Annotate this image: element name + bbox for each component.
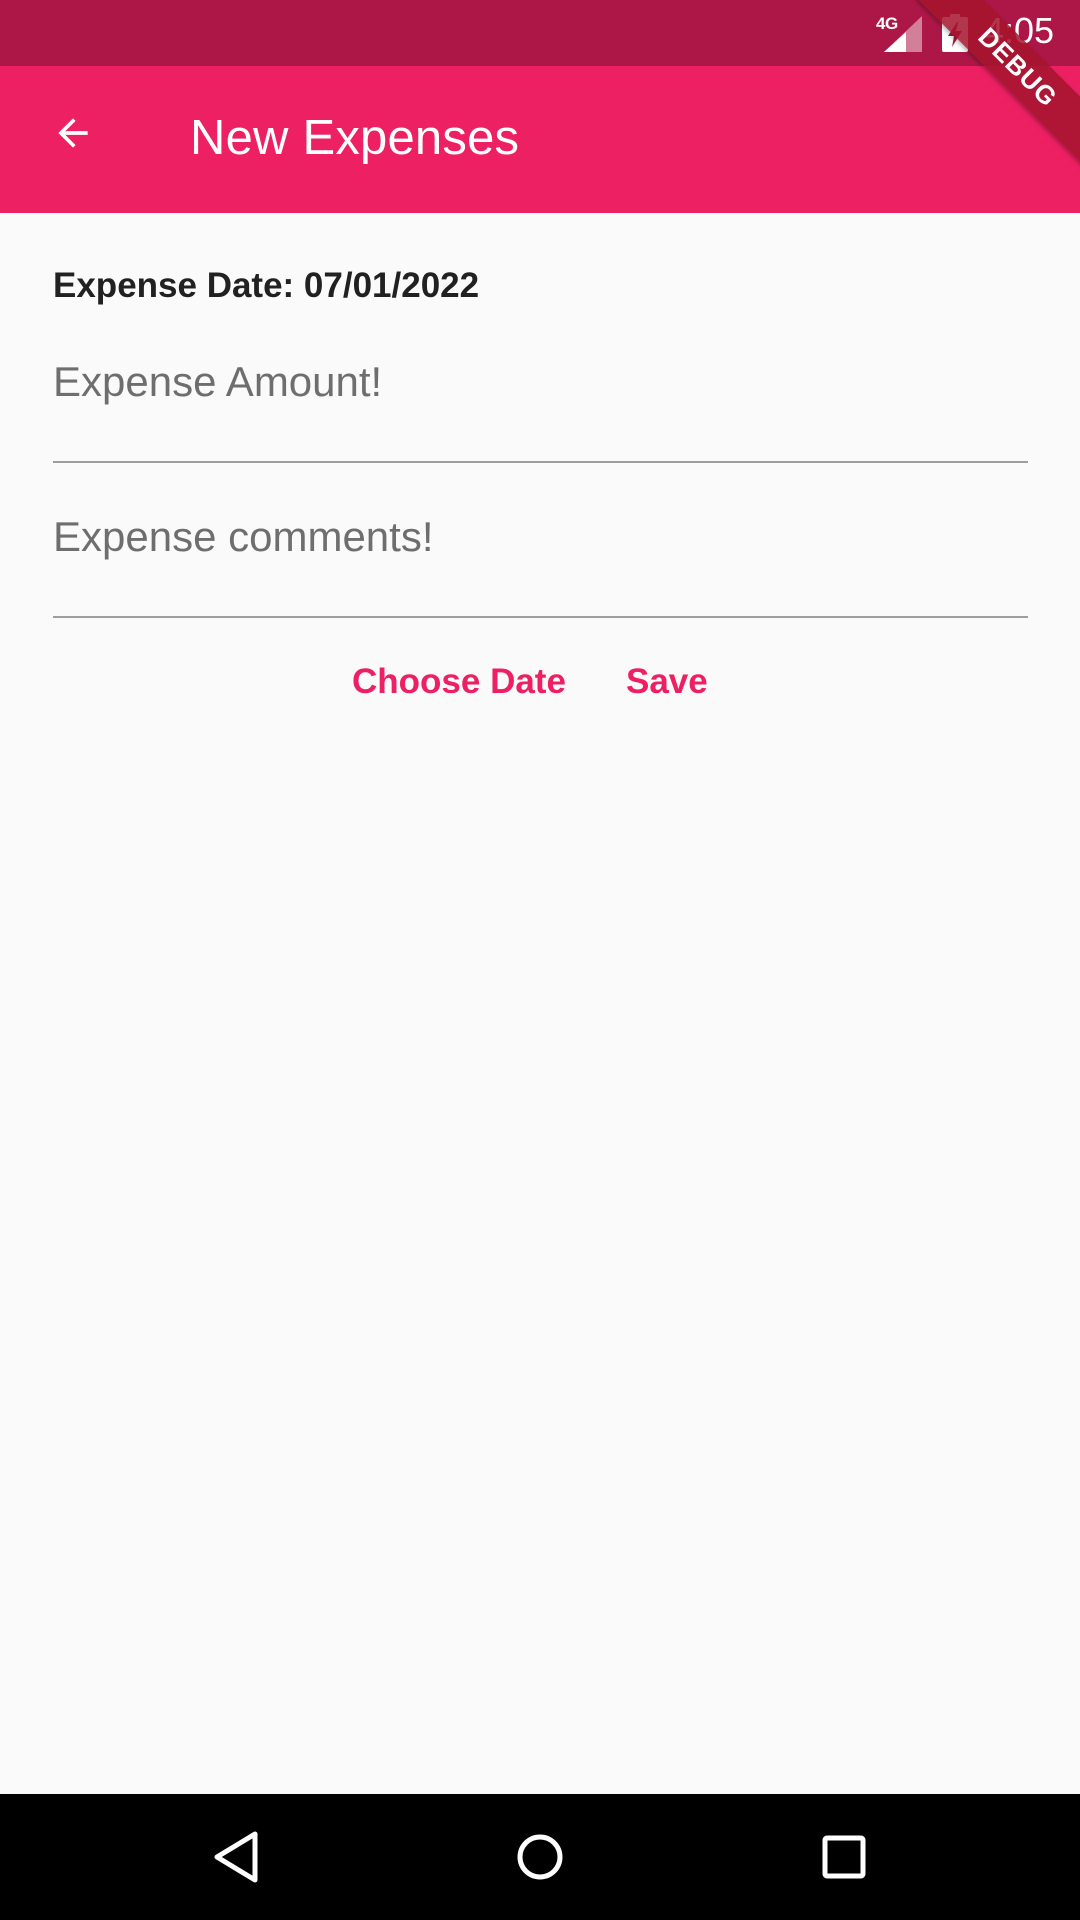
amount-underline bbox=[53, 461, 1028, 463]
expense-comments-input[interactable] bbox=[53, 509, 1028, 565]
comments-underline bbox=[53, 616, 1028, 618]
clock: 4:05 bbox=[984, 10, 1055, 51]
nav-home-button[interactable] bbox=[510, 1827, 570, 1887]
battery-charging-icon bbox=[942, 14, 968, 52]
nav-recents-button[interactable] bbox=[814, 1827, 874, 1887]
status-bar: 4G 4:05 bbox=[0, 0, 1080, 66]
nav-back-button[interactable] bbox=[206, 1827, 266, 1887]
expense-amount-input[interactable] bbox=[53, 354, 1028, 410]
arrow-back-icon bbox=[58, 118, 88, 148]
expense-comments-field bbox=[53, 509, 1028, 621]
app-bar: New Expenses bbox=[0, 66, 1080, 213]
back-button[interactable] bbox=[36, 96, 110, 170]
choose-date-button[interactable]: Choose Date bbox=[352, 652, 566, 712]
save-button[interactable]: Save bbox=[626, 652, 708, 712]
expense-amount-field bbox=[53, 354, 1028, 466]
nav-home-icon bbox=[517, 1834, 563, 1880]
navigation-bar bbox=[0, 1794, 1080, 1920]
signal-icon bbox=[884, 16, 922, 52]
nav-back-icon bbox=[214, 1831, 258, 1883]
nav-recents-icon bbox=[822, 1835, 866, 1879]
page-title: New Expenses bbox=[190, 111, 520, 165]
action-buttons: Choose Date Save bbox=[0, 652, 1080, 712]
expense-date-label: Expense Date: 07/01/2022 bbox=[53, 266, 480, 305]
